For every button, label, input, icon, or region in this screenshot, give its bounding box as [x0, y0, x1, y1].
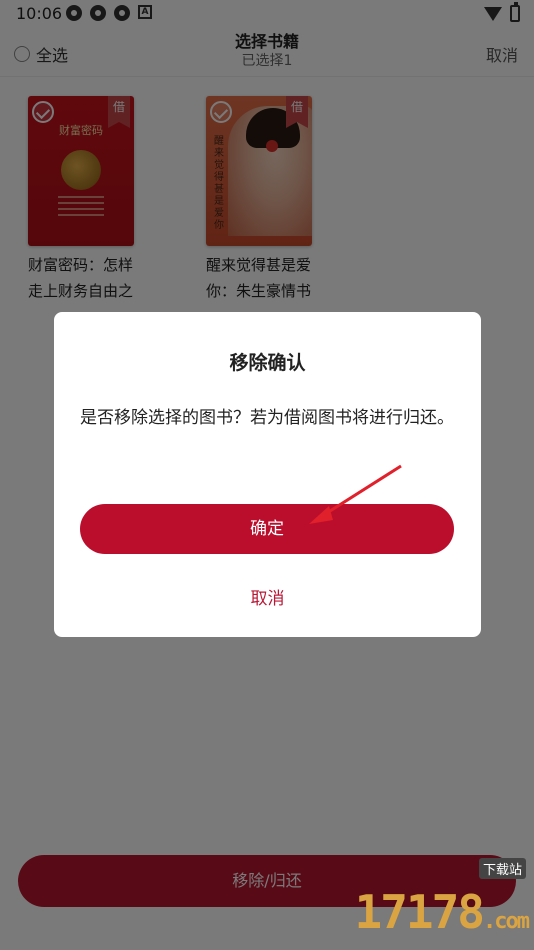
- remove-confirm-dialog: 移除确认 是否移除选择的图书？若为借阅图书将进行归还。 确定 取消: [54, 312, 481, 637]
- notification-icon: [66, 5, 82, 21]
- status-time: 10:06: [16, 4, 63, 23]
- notification-icon: [90, 5, 106, 21]
- selected-count: 已选择1: [241, 53, 293, 69]
- dialog-title: 移除确认: [229, 352, 306, 374]
- dialog-message: 是否移除选择的图书？若为借阅图书将进行归还。: [80, 408, 454, 428]
- header: 全选 选择书籍 已选择1 取消: [0, 28, 534, 77]
- coin-image: [61, 150, 101, 190]
- system-icons: [484, 2, 520, 22]
- book-title: 醒来觉得甚是爱你：朱生豪情书: [206, 256, 312, 300]
- battery-icon: [510, 2, 520, 22]
- status-bar: 10:06 A: [0, 0, 534, 28]
- watermark-logo: 下载站 17178.com: [354, 858, 530, 946]
- book-cover: 醒来觉得甚是爱你 借: [206, 96, 312, 246]
- annotation-arrow-icon: [309, 464, 402, 524]
- selected-check-icon[interactable]: [32, 101, 54, 123]
- cover-text-lines: [58, 196, 104, 220]
- notification-icon: [114, 5, 130, 21]
- borrowed-badge: 借: [108, 96, 130, 128]
- book-item[interactable]: 财富密码 借 财富密码：怎样走上财务自由之: [28, 96, 134, 304]
- watermark-number: 17178: [354, 885, 485, 939]
- selected-check-icon[interactable]: [210, 101, 232, 123]
- header-cancel-button[interactable]: 取消: [486, 42, 518, 66]
- book-cover: 财富密码 借: [28, 96, 134, 246]
- book-item[interactable]: 醒来觉得甚是爱你 借 醒来觉得甚是爱你：朱生豪情书: [206, 96, 312, 304]
- wifi-icon: [484, 6, 502, 21]
- watermark-tag: 下载站: [478, 858, 526, 879]
- notification-icons: A: [66, 5, 152, 21]
- cover-title: 醒来觉得甚是爱你: [214, 136, 224, 231]
- watermark-domain: .com: [483, 909, 530, 934]
- book-title: 财富密码：怎样走上财务自由之: [28, 256, 134, 300]
- flower-image: [266, 140, 278, 152]
- page-title: 选择书籍: [234, 32, 299, 51]
- borrowed-badge: 借: [286, 96, 308, 128]
- dialog-cancel-button[interactable]: 取消: [54, 584, 481, 609]
- book-grid: 财富密码 借 财富密码：怎样走上财务自由之 醒来觉得甚是爱你 借 醒来觉得甚是爱…: [28, 96, 312, 304]
- app-notification-icon: A: [138, 5, 152, 19]
